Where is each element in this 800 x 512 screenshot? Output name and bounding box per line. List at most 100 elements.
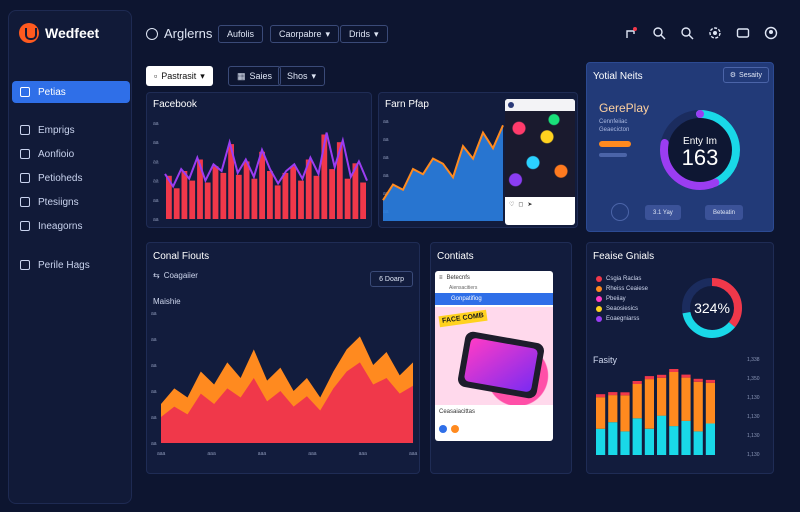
feature-bar-cyan	[705, 423, 715, 455]
feature-bar-cap	[632, 381, 642, 384]
totals-security-label: Sesaity	[739, 71, 762, 79]
contents-card-header: ≡ Betecnfs	[435, 271, 553, 285]
facebook-y-tick: aa	[153, 159, 159, 165]
sidebar-item-label: Petioheds	[38, 172, 83, 184]
contents-panel: Contiats ≡ Betecnfs Aiensacitiers Gonpat…	[430, 242, 572, 474]
feature-bar-cyan	[657, 415, 667, 455]
feature-y-tick: 1,350	[747, 376, 760, 382]
contents-reactions	[439, 425, 459, 433]
feature-legend-item: Eoaegniarss	[596, 316, 639, 322]
header-button-label: Drids	[349, 29, 371, 39]
ring-value: 163	[682, 145, 719, 170]
facebook-bar	[267, 171, 273, 219]
totals-subtitle: GerePlay	[599, 101, 650, 115]
primary-filter-label: Pastrasit	[161, 71, 197, 81]
page-title: Arglerns	[146, 26, 212, 41]
feature-bar-cyan	[596, 428, 606, 455]
search-alt-icon[interactable]	[680, 26, 694, 40]
facebook-bar	[235, 174, 242, 219]
refresh-icon[interactable]	[611, 203, 629, 221]
profile-icon[interactable]	[764, 26, 778, 40]
feature-y-tick: 1,338	[747, 357, 760, 363]
totals-security-button[interactable]: ⚙ Sesaity	[722, 67, 769, 83]
chevron-down-icon: ▾	[374, 28, 379, 39]
feature-bar-cyan	[608, 422, 618, 455]
facebook-y-tick: aa	[153, 179, 159, 185]
like-icon[interactable]	[439, 425, 447, 433]
sidebar-item-ptesiigns[interactable]: Ptesiigns	[12, 191, 130, 213]
primary-filter-button[interactable]: ▫ Pastrasit ▾	[146, 66, 213, 86]
phone-avatar	[508, 102, 514, 108]
sidebar-item-perile-hags[interactable]: Perile Hags	[12, 254, 130, 276]
facebook-bar	[173, 188, 180, 219]
totals-sub-line: Cennfeiiac	[599, 119, 628, 125]
feature-bar-orange	[693, 381, 703, 432]
feature-y-tick: 1,130	[747, 452, 760, 458]
chevron-down-icon: ▾	[311, 70, 317, 81]
header-button-caorpabre[interactable]: Caorpabre ▾	[270, 25, 340, 43]
conel-y-tick: aa	[151, 389, 157, 395]
chat-icon[interactable]	[736, 26, 750, 40]
facebook-bar	[259, 151, 265, 219]
brand[interactable]: Wedfeet	[19, 23, 99, 43]
share-icon[interactable]: ➤	[527, 201, 532, 208]
notification-icon[interactable]	[624, 26, 638, 40]
feature-legend-item: Seaosiesics	[596, 306, 638, 312]
chevron-down-icon: ▾	[200, 70, 205, 81]
totals-divider	[599, 153, 627, 157]
contents-phone-shape	[456, 330, 546, 400]
shos-label: Shos	[287, 71, 308, 81]
feature-bar-orange	[632, 384, 642, 419]
farm-y-tick: aa	[383, 119, 389, 125]
facebook-bar	[274, 185, 281, 219]
facebook-y-tick: aa	[153, 121, 159, 127]
grid-icon	[20, 260, 30, 270]
heart-icon[interactable]: ♡	[509, 201, 514, 208]
contents-caption: Ceasaiacittas	[439, 409, 476, 415]
feature-bar-cap	[669, 369, 679, 372]
phone-preview[interactable]: ♡ ◻ ➤	[505, 99, 575, 225]
phone-header	[505, 99, 575, 111]
sidebar-item-ineagorns[interactable]: Ineagorns	[12, 215, 130, 237]
totals-beteatin-button[interactable]: Beteatin	[705, 205, 744, 220]
facebook-bar	[298, 180, 304, 219]
feature-legend-item: Rheiss Ceaiese	[596, 286, 648, 292]
header-button-drids[interactable]: Drids ▾	[340, 25, 388, 43]
menu-icon[interactable]: ≡	[439, 275, 443, 281]
facebook-bar	[344, 178, 351, 219]
search-icon[interactable]	[652, 26, 666, 40]
conel-y-tick: aa	[151, 415, 157, 421]
feature-bar-orange	[596, 397, 606, 429]
feature-bar-orange	[705, 382, 715, 424]
contents-card[interactable]: ≡ Betecnfs Aiensacitiers Gonpatifiog FAC…	[435, 271, 553, 441]
feature-bar-orange	[681, 377, 691, 421]
legend-dot	[596, 286, 602, 292]
legend-label: Seaosiesics	[606, 306, 639, 312]
brand-name: Wedfeet	[45, 25, 100, 41]
feature-legend-item: Csgia Raclas	[596, 276, 641, 282]
sidebar-item-aonfioio[interactable]: Aonfioio	[12, 143, 130, 165]
feature-bar-orange	[657, 377, 667, 416]
sidebar: Wedfeet Petias Emprigs Aonfioio Petiohed…	[8, 10, 132, 504]
shos-button[interactable]: Shos ▾	[278, 66, 326, 86]
farm-y-tick: aa	[383, 155, 389, 161]
settings-icon[interactable]	[708, 26, 722, 40]
sidebar-item-petias[interactable]: Petias	[12, 81, 130, 103]
saies-button[interactable]: ▦ Saies	[228, 66, 282, 86]
contents-sticker: FACE COMB	[438, 309, 488, 328]
facebook-bar	[212, 166, 219, 219]
facebook-y-tick: aa	[153, 140, 159, 146]
totals-progress	[599, 141, 631, 147]
chevron-down-icon: ▾	[325, 28, 331, 39]
sidebar-item-petioheds[interactable]: Petioheds	[12, 167, 130, 189]
sidebar-item-emprigs[interactable]: Emprigs	[12, 119, 130, 141]
yay-label: 3.1 Yay	[653, 209, 673, 216]
comment-icon[interactable]: ◻	[518, 201, 523, 208]
home-icon	[20, 87, 30, 97]
feature-bar-cyan	[632, 418, 642, 455]
facebook-line	[164, 132, 368, 189]
love-icon[interactable]	[451, 425, 459, 433]
header-button-aufolis[interactable]: Aufolis	[218, 25, 264, 43]
totals-yay-button[interactable]: 3.1 Yay	[645, 205, 681, 220]
feature-bar-cyan	[644, 428, 654, 455]
